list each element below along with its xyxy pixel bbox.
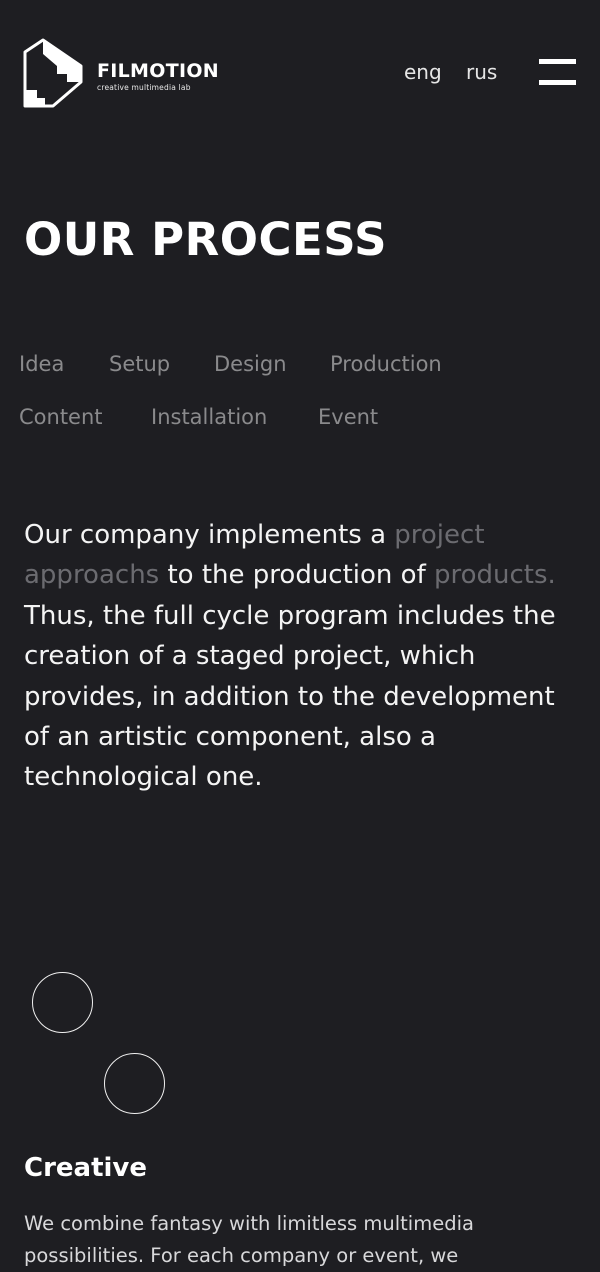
filmotion-logo-icon [23,38,83,108]
language-rus-link[interactable]: rus [466,60,497,84]
decorative-circle [32,972,93,1033]
tab-setup[interactable]: Setup [109,352,170,376]
tab-design[interactable]: Design [214,352,287,376]
logo-tagline: creative multimedia lab [97,83,191,92]
site-header: FILMOTION creative multimedia lab eng ru… [0,0,600,140]
tab-event[interactable]: Event [318,405,378,429]
section-title-creative: Creative [24,1153,148,1183]
intro-text-3: Thus, the full cycle program includes th… [24,600,556,793]
tab-idea[interactable]: Idea [19,352,64,376]
hamburger-menu-icon[interactable] [539,59,576,86]
menu-line-bottom [539,80,576,85]
logo-name: FILMOTION [97,60,219,82]
language-eng-link[interactable]: eng [404,60,442,84]
intro-highlight-products: products. [433,560,556,591]
intro-paragraph: Our company implements a project approac… [24,515,584,798]
tab-installation[interactable]: Installation [151,405,267,429]
section-text-creative: We combine fantasy with limitless multim… [24,1212,474,1267]
intro-text-1: Our company implements a [24,520,395,550]
tab-content[interactable]: Content [19,405,103,429]
intro-text-2: to the production of [159,560,434,591]
decorative-circle [104,1053,165,1114]
page-title: OUR PROCESS [24,213,388,266]
tab-production[interactable]: Production [330,352,442,376]
menu-line-top [539,59,576,64]
